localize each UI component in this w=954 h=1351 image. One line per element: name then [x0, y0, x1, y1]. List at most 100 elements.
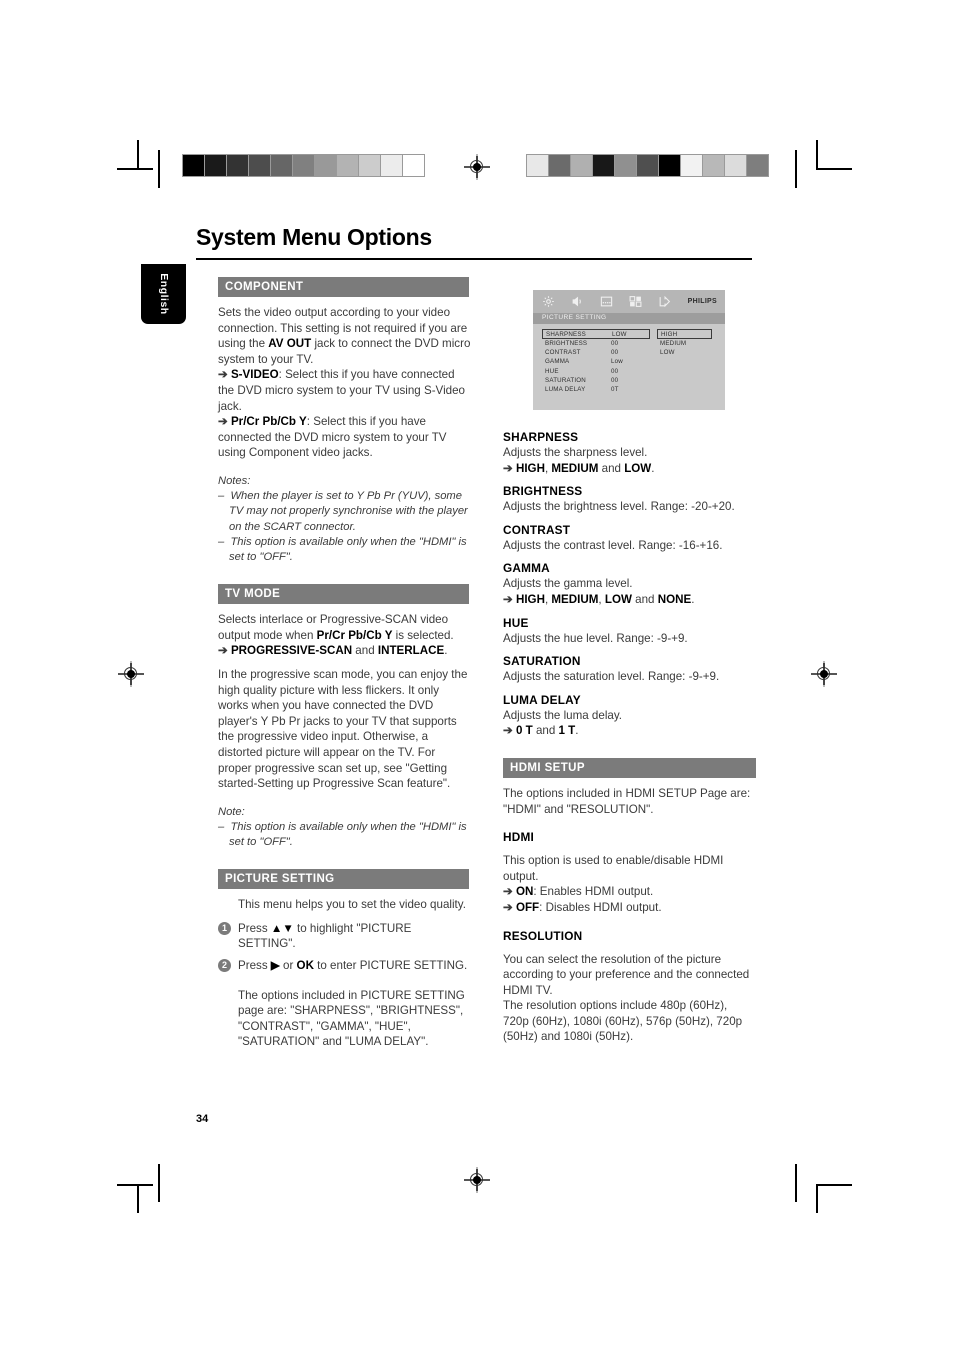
osd-setting-row[interactable]: SATURATION 00 [542, 376, 650, 385]
tv-mode-notes: Note: – This option is available only wh… [218, 805, 471, 851]
component-bullet-svideo: ➔ S-VIDEO: Select this if you have conne… [218, 367, 471, 414]
step-number-2: 2 [218, 959, 231, 973]
osd-page-title: PICTURE SETTING [533, 313, 725, 324]
picture-setting-intro: This menu helps you to set the video qua… [238, 898, 466, 912]
gear-icon[interactable] [542, 295, 555, 308]
osd-setting-row[interactable]: GAMMA Low [542, 357, 650, 366]
tv-mode-progressive-key: PROGRESSIVE-SCAN [230, 644, 353, 658]
osd-setting-value: LOW [612, 330, 627, 338]
section-heading-hdmi-setup: HDMI SETUP [503, 757, 756, 778]
screen-icon[interactable] [600, 295, 613, 308]
calibration-bar-right [526, 154, 769, 177]
crop-mark-top-right-v [816, 140, 818, 169]
calibration-swatch [747, 155, 768, 176]
arrow-icon: ➔ [218, 368, 228, 382]
picture-setting-options: The options included in PICTURE SETTING … [238, 988, 465, 1049]
osd-option-item[interactable]: MEDIUM [657, 339, 712, 348]
heading-brightness: BRIGHTNESS [503, 484, 583, 499]
heading-saturation: SATURATION [503, 654, 581, 669]
contrast-desc: Adjusts the contrast level. Range: -16-+… [503, 538, 723, 552]
osd-setting-value: 00 [611, 340, 619, 348]
language-tab-label: English [157, 273, 170, 315]
component-notes: Notes: – When the player is set to Y Pb … [218, 474, 471, 565]
hdmi-option-off: ➔ OFF: Disables HDMI output. [503, 900, 662, 914]
brightness-desc: Adjusts the brightness level. Range: -20… [503, 500, 735, 514]
component-svideo-key: S-VIDEO [230, 368, 279, 382]
grid-icon[interactable] [629, 295, 642, 308]
osd-setting-row[interactable]: BRIGHTNESS 00 [542, 339, 650, 348]
section-heading-picture-setting: PICTURE SETTING [218, 869, 469, 890]
osd-option-list: HIGH MEDIUM LOW [657, 329, 712, 357]
osd-setting-row[interactable]: CONTRAST 00 [542, 348, 650, 357]
right-column: SHARPNESS Adjusts the sharpness level. ➔… [503, 430, 756, 1045]
osd-setting-row[interactable]: SHARPNESS LOW [542, 329, 650, 339]
osd-setting-row[interactable]: LUMA DELAY 0T [542, 385, 650, 394]
heading-hue: HUE [503, 615, 529, 630]
registration-target-left [118, 661, 144, 687]
osd-setting-label: CONTRAST [545, 349, 581, 357]
language-tab: English [141, 264, 186, 324]
calibration-swatch [359, 155, 381, 176]
osd-option-item[interactable]: LOW [657, 348, 712, 357]
osd-setting-value: 00 [611, 367, 619, 375]
title-divider [196, 258, 752, 260]
calibration-swatch [337, 155, 359, 176]
calibration-swatch [403, 155, 424, 176]
speaker-icon[interactable] [571, 295, 584, 308]
page-number: 34 [196, 1113, 209, 1125]
step-1-text: Press ▲▼ to highlight "PICTURE SETTING". [238, 921, 412, 951]
tv-mode-interlace-key: INTERLACE [377, 644, 445, 658]
osd-option-item[interactable]: HIGH [657, 329, 712, 339]
crop-mark-top-right-h [816, 168, 852, 170]
philips-logo: PHILIPS [687, 298, 717, 305]
osd-setting-rows: SHARPNESS LOW BRIGHTNESS 00 CONTRAST 00 GAMMA L… [542, 329, 650, 394]
calibration-swatch [527, 155, 549, 176]
crop-mark-top-right-bar [795, 150, 797, 188]
component-note-1: – When the player is set to Y Pb Pr (YUV… [218, 490, 468, 533]
calibration-swatch [293, 155, 315, 176]
gamma-options: ➔ HIGH, MEDIUM, LOW and NONE. [503, 592, 695, 606]
exit-icon[interactable] [658, 295, 671, 308]
resolution-desc-1: You can select the resolution of the pic… [503, 952, 750, 997]
calibration-swatch [593, 155, 615, 176]
heading-contrast: CONTRAST [503, 522, 571, 537]
saturation-desc: Adjusts the saturation level. Range: -9-… [503, 670, 720, 684]
luma-delay-desc: Adjusts the luma delay. [503, 708, 623, 722]
hue-desc: Adjusts the hue level. Range: -9-+9. [503, 631, 688, 645]
calibration-swatch [725, 155, 747, 176]
component-notes-label: Notes: [218, 474, 251, 487]
heading-resolution: RESOLUTION [503, 928, 583, 943]
arrow-icon: ➔ [503, 724, 513, 738]
hdmi-setup-desc: The options included in HDMI SETUP Page … [503, 786, 751, 816]
crop-mark-top-left-v [137, 140, 139, 169]
registration-target-top [464, 154, 490, 180]
registration-target-right [811, 661, 837, 687]
osd-setting-value: Low [611, 358, 623, 366]
component-bullet-prcr: ➔ Pr/Cr Pb/Cb Y: Select this if you have… [218, 414, 471, 461]
component-note-2: – This option is available only when the… [218, 535, 467, 563]
resolution-desc-2: The resolution options include 480p (60H… [503, 999, 743, 1044]
arrow-icon: ➔ [218, 415, 228, 429]
arrow-icon: ➔ [503, 900, 513, 914]
heading-sharpness: SHARPNESS [503, 430, 579, 444]
osd-setting-row[interactable]: HUE 00 [542, 367, 650, 376]
tv-mode-prcr-key: Pr/Cr Pb/Cb Y [316, 628, 393, 642]
osd-picture-setting-screenshot: PHILIPS PICTURE SETTING SHARPNESS LOW BRIG… [533, 290, 725, 410]
arrow-icon: ➔ [218, 644, 228, 658]
luma-delay-options: ➔ 0 T and 1 T. [503, 724, 579, 738]
hdmi-option-on: ➔ ON: Enables HDMI output. [503, 885, 654, 899]
picture-setting-step-2: 2 Press ▶ or OK to enter PICTURE SETTING… [218, 958, 471, 974]
crop-mark-top-left-bar [158, 150, 160, 188]
calibration-swatch [703, 155, 725, 176]
calibration-swatch [205, 155, 227, 176]
crop-mark-top-left-h [117, 168, 153, 170]
calibration-swatch [381, 155, 403, 176]
step-2-text: Press ▶ or OK to enter PICTURE SETTING. [238, 959, 468, 973]
osd-setting-label: GAMMA [545, 358, 570, 366]
tv-mode-bullet-modes: ➔ PROGRESSIVE-SCAN and INTERLACE. [218, 644, 448, 658]
sharpness-options: ➔ HIGH, MEDIUM and LOW. [503, 461, 655, 475]
section-heading-tv-mode: TV MODE [218, 584, 469, 605]
crop-mark-bottom-left-h [117, 1184, 153, 1186]
tv-mode-note-label: Note: [218, 805, 245, 818]
heading-hdmi: HDMI [503, 830, 534, 845]
